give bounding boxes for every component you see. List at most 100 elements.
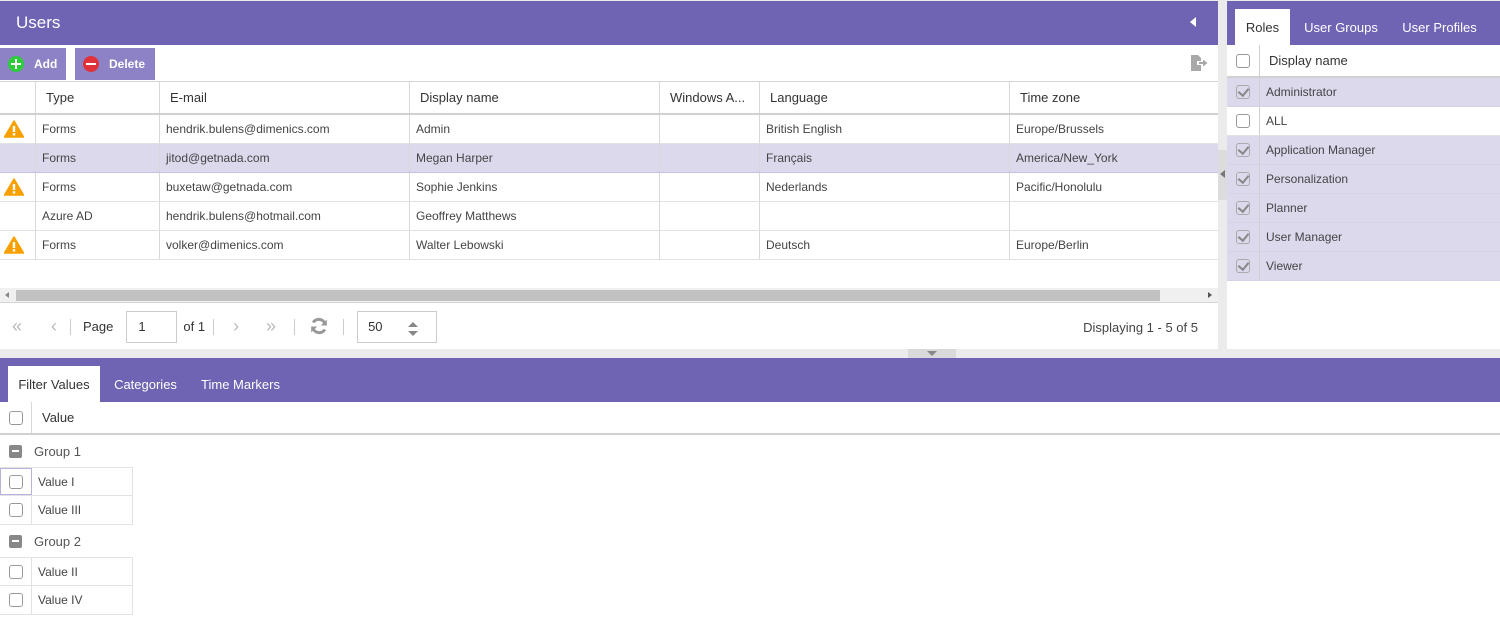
roles-grid-body: Administrator ALL Application Manager Perso… bbox=[1227, 78, 1500, 281]
table-row[interactable]: Forms hendrik.bulens@dimenics.com Admin Bri… bbox=[0, 115, 1218, 144]
scroll-left-icon[interactable] bbox=[5, 292, 9, 298]
tab-roles[interactable]: Roles bbox=[1235, 9, 1290, 45]
column-header-display-name[interactable]: Display name bbox=[410, 82, 660, 113]
role-row[interactable]: ALL bbox=[1227, 107, 1500, 136]
last-page-icon[interactable]: » bbox=[262, 316, 280, 337]
column-header-language[interactable]: Language bbox=[760, 82, 1010, 113]
value-checkbox[interactable] bbox=[8, 564, 23, 579]
column-header-value[interactable]: Value bbox=[32, 402, 74, 433]
cell-display-name: Admin bbox=[410, 115, 660, 143]
cell-email: buxetaw@getnada.com bbox=[160, 173, 410, 201]
cell-type: Forms bbox=[36, 231, 160, 259]
cell-email: volker@dimenics.com bbox=[160, 231, 410, 259]
cell-status bbox=[0, 202, 36, 230]
table-row[interactable]: Azure AD hendrik.bulens@hotmail.com Geoffr… bbox=[0, 202, 1218, 231]
spinner-icon[interactable] bbox=[407, 321, 419, 340]
role-row[interactable]: Application Manager bbox=[1227, 136, 1500, 165]
select-all-values-checkbox[interactable] bbox=[8, 410, 23, 425]
filter-grid-body: Group 1 Value I Value III Group 2 Value II Va… bbox=[0, 435, 1500, 615]
export-icon[interactable] bbox=[1190, 55, 1208, 71]
role-checkbox[interactable] bbox=[1236, 259, 1250, 273]
pager-separator bbox=[70, 318, 71, 335]
value-label: Value III bbox=[38, 503, 82, 517]
role-checkbox[interactable] bbox=[1236, 230, 1250, 244]
role-checkbox[interactable] bbox=[1236, 172, 1250, 186]
value-row[interactable]: Value IV bbox=[0, 586, 133, 615]
cell-display-name: Sophie Jenkins bbox=[410, 173, 660, 201]
role-checkbox-cell bbox=[1227, 194, 1260, 222]
scroll-right-icon[interactable] bbox=[1208, 292, 1212, 298]
page-label: Page bbox=[83, 319, 114, 334]
pager-separator bbox=[343, 318, 345, 335]
role-checkbox-cell bbox=[1227, 78, 1260, 106]
role-row[interactable]: Administrator bbox=[1227, 78, 1500, 107]
role-checkbox[interactable] bbox=[1236, 114, 1250, 128]
cell-display-name: Geoffrey Matthews bbox=[410, 202, 660, 230]
value-row[interactable]: Value I bbox=[0, 467, 133, 496]
pager-separator bbox=[294, 318, 296, 335]
next-page-icon[interactable]: › bbox=[228, 316, 244, 337]
tab-categories[interactable]: Categories bbox=[104, 366, 187, 402]
select-all-roles-checkbox[interactable] bbox=[1236, 53, 1250, 68]
add-button-label: Add bbox=[34, 57, 58, 71]
value-checkbox[interactable] bbox=[8, 593, 23, 607]
previous-page-icon[interactable]: ‹ bbox=[46, 316, 62, 337]
collapse-panel-icon[interactable] bbox=[1190, 17, 1196, 27]
page-number-input[interactable] bbox=[126, 310, 178, 343]
filter-tabbar: Filter Values Categories Time Markers bbox=[0, 358, 1500, 402]
users-grid-body: Forms hendrik.bulens@dimenics.com Admin Bri… bbox=[0, 115, 1218, 260]
table-row[interactable]: Forms jitod@getnada.com Megan Harper França… bbox=[0, 144, 1218, 173]
filter-grid-header: Value bbox=[0, 402, 1500, 435]
tab-user-profiles[interactable]: User Profiles bbox=[1392, 9, 1487, 45]
tab-user-groups[interactable]: User Groups bbox=[1295, 9, 1387, 45]
tab-filter-values[interactable]: Filter Values bbox=[8, 366, 100, 402]
collapse-group-icon[interactable] bbox=[9, 444, 22, 458]
cell-windows-account bbox=[660, 173, 760, 201]
role-row[interactable]: Personalization bbox=[1227, 165, 1500, 194]
delete-button[interactable]: Delete bbox=[75, 48, 155, 80]
horizontal-splitter-collapse[interactable] bbox=[908, 349, 956, 358]
group-row[interactable]: Group 2 bbox=[0, 525, 1500, 557]
column-header-email[interactable]: E-mail bbox=[160, 82, 410, 113]
cell-status bbox=[0, 115, 36, 143]
role-row[interactable]: User Manager bbox=[1227, 223, 1500, 252]
role-row[interactable]: Viewer bbox=[1227, 252, 1500, 281]
collapse-group-icon[interactable] bbox=[9, 534, 22, 548]
column-header-status[interactable] bbox=[0, 82, 36, 113]
users-panel: Users Add Delete Type E-mail Display nam… bbox=[0, 1, 1218, 349]
tab-time-markers[interactable]: Time Markers bbox=[192, 366, 289, 402]
refresh-icon[interactable] bbox=[310, 317, 330, 337]
scrollbar-thumb[interactable] bbox=[16, 290, 1160, 301]
cell-display-name: Walter Lebowski bbox=[410, 231, 660, 259]
value-row[interactable]: Value III bbox=[0, 496, 133, 525]
column-header-windows-account[interactable]: Windows A... bbox=[660, 82, 760, 113]
column-header-type[interactable]: Type bbox=[36, 82, 160, 113]
role-checkbox-cell bbox=[1227, 252, 1260, 280]
value-checkbox[interactable] bbox=[8, 474, 23, 489]
table-row[interactable]: Forms buxetaw@getnada.com Sophie Jenkins Ne… bbox=[0, 173, 1218, 202]
role-checkbox[interactable] bbox=[1236, 143, 1250, 157]
cell-time-zone: Europe/Brussels bbox=[1016, 122, 1105, 136]
roles-panel: Roles User Groups User Profiles Display … bbox=[1227, 1, 1500, 349]
value-checkbox-cell bbox=[0, 586, 32, 614]
column-header-display-name[interactable]: Display name bbox=[1260, 45, 1500, 76]
value-checkbox-cell bbox=[0, 468, 32, 495]
page-size-select[interactable]: 50 bbox=[357, 310, 438, 343]
role-checkbox-cell bbox=[1227, 223, 1260, 251]
vertical-splitter-collapse[interactable] bbox=[1218, 150, 1227, 200]
role-checkbox[interactable] bbox=[1236, 85, 1250, 99]
value-label: Value II bbox=[38, 564, 78, 579]
horizontal-scrollbar[interactable] bbox=[0, 288, 1218, 303]
add-button[interactable]: Add bbox=[0, 48, 66, 80]
value-label: Value IV bbox=[38, 593, 83, 607]
value-checkbox[interactable] bbox=[8, 503, 23, 517]
first-page-icon[interactable]: « bbox=[8, 316, 26, 337]
table-row[interactable]: Forms volker@dimenics.com Walter Lebowski D… bbox=[0, 231, 1218, 260]
cell-windows-account bbox=[660, 202, 760, 230]
role-checkbox[interactable] bbox=[1236, 201, 1250, 215]
group-row[interactable]: Group 1 bbox=[0, 435, 1500, 467]
value-row[interactable]: Value II bbox=[0, 557, 133, 586]
warning-icon bbox=[4, 236, 24, 254]
column-header-time-zone[interactable]: Time zone bbox=[1010, 82, 1218, 113]
role-row[interactable]: Planner bbox=[1227, 194, 1500, 223]
